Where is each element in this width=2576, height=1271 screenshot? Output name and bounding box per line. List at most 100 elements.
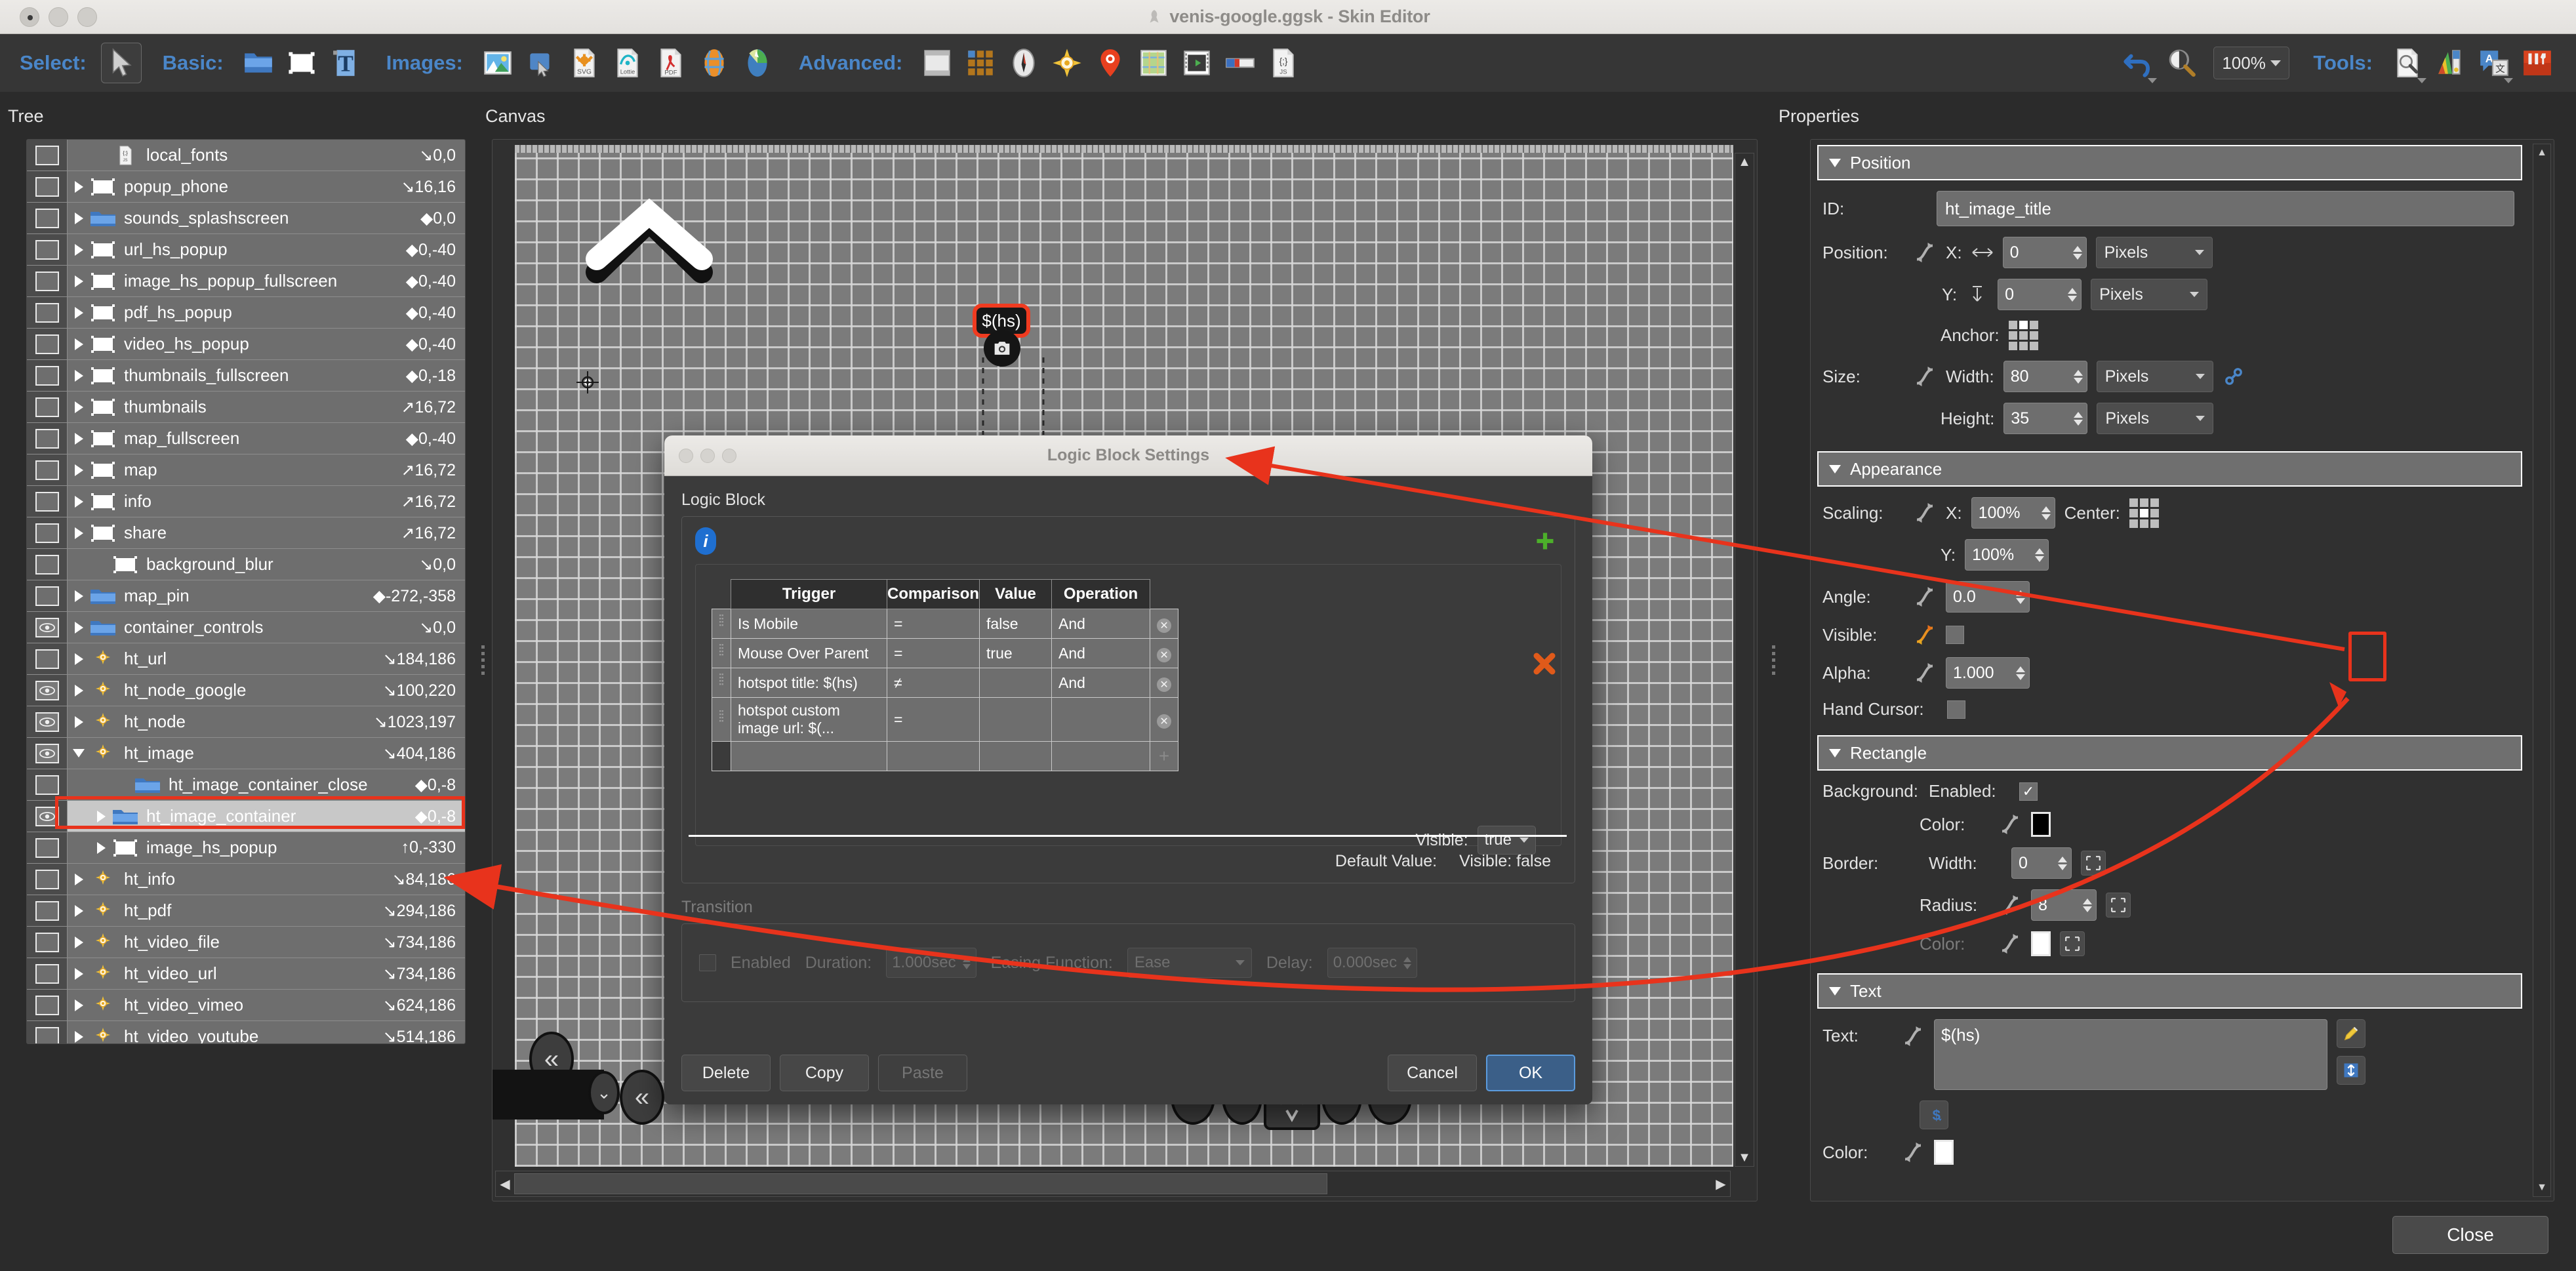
- link-curve-icon[interactable]: [1913, 241, 1937, 264]
- map-globe-icon[interactable]: [694, 43, 735, 83]
- tree-row[interactable]: ht_video_url ↘734,186: [27, 958, 465, 990]
- visibility-toggle[interactable]: [27, 517, 68, 548]
- link-curve-icon[interactable]: [1998, 893, 2022, 917]
- tree-row[interactable]: background_blur ↘0,0: [27, 549, 465, 580]
- eye-icon[interactable]: [35, 334, 59, 354]
- logic-cell-trigger[interactable]: hotspot custom image url: $(...: [731, 697, 887, 742]
- tree-row[interactable]: ht_node ↘1023,197: [27, 706, 465, 738]
- tree-expander[interactable]: [68, 338, 90, 350]
- text-color-swatch[interactable]: [1934, 1140, 1954, 1165]
- visibility-toggle[interactable]: [27, 140, 68, 171]
- folder-icon[interactable]: [238, 43, 279, 83]
- eye-icon[interactable]: [35, 806, 59, 826]
- eye-icon[interactable]: [35, 586, 59, 606]
- tree-row[interactable]: info ↗16,72: [27, 486, 465, 517]
- tree-expander[interactable]: [90, 841, 112, 854]
- eye-icon[interactable]: [35, 712, 59, 732]
- background-enabled-checkbox[interactable]: ✓: [2019, 782, 2038, 801]
- visibility-toggle[interactable]: [27, 297, 68, 328]
- tree-expander[interactable]: [68, 873, 90, 885]
- logic-cell-operation[interactable]: [1051, 697, 1151, 742]
- scroll-down-arrow[interactable]: ▼: [2533, 1179, 2550, 1196]
- tree-expander[interactable]: [68, 527, 90, 539]
- paste-button[interactable]: Paste: [878, 1055, 967, 1091]
- dollar-variable-icon[interactable]: $: [1920, 1100, 1948, 1129]
- visibility-toggle[interactable]: [27, 1021, 68, 1043]
- logic-cell-value[interactable]: true: [979, 638, 1053, 668]
- eye-icon[interactable]: [35, 680, 59, 700]
- eye-icon[interactable]: [35, 460, 59, 480]
- tree-expander[interactable]: [68, 495, 90, 508]
- window-icon[interactable]: [917, 43, 957, 83]
- translate-icon[interactable]: A文: [2474, 43, 2514, 83]
- logic-visible-select[interactable]: true: [1477, 826, 1536, 855]
- tree-expander[interactable]: [90, 810, 112, 822]
- eye-icon[interactable]: [35, 617, 59, 637]
- eye-icon[interactable]: [35, 397, 59, 417]
- center-selector[interactable]: [2129, 498, 2159, 528]
- tree-row[interactable]: pdf_hs_popup ◆0,-40: [27, 297, 465, 329]
- cancel-button[interactable]: Cancel: [1388, 1055, 1477, 1091]
- delete-row-button[interactable]: ✕: [1150, 638, 1179, 668]
- visibility-toggle[interactable]: [27, 392, 68, 422]
- tree-row[interactable]: map_pin ◆-272,-358: [27, 580, 465, 612]
- tree-expander[interactable]: [68, 936, 90, 948]
- visibility-toggle[interactable]: [27, 360, 68, 391]
- visibility-toggle[interactable]: [27, 234, 68, 265]
- link-curve-icon-active[interactable]: [1913, 623, 1937, 647]
- tree-row[interactable]: {;} JS local_fonts ↘0,0: [27, 140, 465, 171]
- eye-icon[interactable]: [35, 176, 59, 197]
- svg-icon[interactable]: SVG: [564, 43, 605, 83]
- color-palette-icon[interactable]: [2430, 43, 2471, 83]
- logic-cell-trigger[interactable]: hotspot title: $(hs): [731, 668, 887, 698]
- logic-cell-value[interactable]: false: [979, 609, 1053, 639]
- angle-input[interactable]: 0.0: [1946, 581, 2030, 613]
- border-width-sides-button[interactable]: [2081, 851, 2106, 876]
- position-x-input[interactable]: 0: [2002, 237, 2087, 268]
- zoom-level-select[interactable]: 100%: [2213, 47, 2290, 79]
- delete-row-button[interactable]: ✕: [1150, 668, 1179, 698]
- visibility-toggle[interactable]: [27, 769, 68, 800]
- tree-expander[interactable]: [68, 967, 90, 980]
- logic-cell-value[interactable]: [979, 741, 1053, 771]
- visibility-toggle[interactable]: [27, 832, 68, 863]
- add-logic-block-icon[interactable]: [1535, 531, 1555, 551]
- logic-cell-operation[interactable]: And: [1051, 609, 1151, 639]
- eye-icon[interactable]: [35, 743, 59, 763]
- tree-expander[interactable]: [68, 369, 90, 382]
- tree-row[interactable]: map ↗16,72: [27, 454, 465, 486]
- progress-bar-icon[interactable]: [1220, 43, 1260, 83]
- logic-cell-value[interactable]: [979, 668, 1053, 698]
- close-button[interactable]: Close: [2392, 1216, 2548, 1254]
- tree-expander[interactable]: [68, 749, 90, 757]
- tree-row[interactable]: sounds_splashscreen ◆0,0: [27, 203, 465, 234]
- right-splitter-handle[interactable]: [1771, 643, 1777, 689]
- pie-chart-icon[interactable]: [737, 43, 778, 83]
- scroll-up-arrow[interactable]: ▲: [1735, 153, 1754, 171]
- border-color-swatch[interactable]: [2031, 931, 2051, 956]
- eye-icon[interactable]: [35, 837, 59, 858]
- logic-table-body[interactable]: Is Mobile = false And ✕ Mouse Over Parent = tru…: [712, 609, 1179, 771]
- tree-expander[interactable]: [68, 432, 90, 445]
- link-curve-icon[interactable]: [1913, 585, 1937, 609]
- logic-table-row[interactable]: Mouse Over Parent = true And ✕: [712, 638, 1179, 668]
- logic-cell-comparison[interactable]: =: [886, 609, 980, 639]
- tree-row[interactable]: ht_image ↘404,186: [27, 738, 465, 769]
- horizontal-scroll-thumb[interactable]: [514, 1173, 1327, 1194]
- chevron-down-icon[interactable]: [2417, 78, 2426, 83]
- logic-cell-value[interactable]: [979, 697, 1053, 742]
- tree-expander[interactable]: [68, 590, 90, 602]
- canvas-horizontal-scrollbar[interactable]: ◀ ▶: [495, 1171, 1731, 1197]
- visibility-toggle[interactable]: [27, 643, 68, 674]
- logic-cell-comparison[interactable]: [886, 741, 980, 771]
- eye-icon[interactable]: [35, 775, 59, 795]
- tree-row[interactable]: thumbnails_fullscreen ◆0,-18: [27, 360, 465, 392]
- visibility-toggle[interactable]: [27, 738, 68, 769]
- tree-row[interactable]: ht_pdf ↘294,186: [27, 895, 465, 927]
- link-curve-icon[interactable]: [1901, 1140, 1925, 1164]
- tree-row[interactable]: ht_video_vimeo ↘624,186: [27, 990, 465, 1021]
- eye-icon[interactable]: [35, 932, 59, 952]
- hand-cursor-checkbox[interactable]: [1947, 700, 1965, 719]
- image-icon[interactable]: [477, 43, 518, 83]
- text-section-header[interactable]: Text: [1817, 973, 2522, 1009]
